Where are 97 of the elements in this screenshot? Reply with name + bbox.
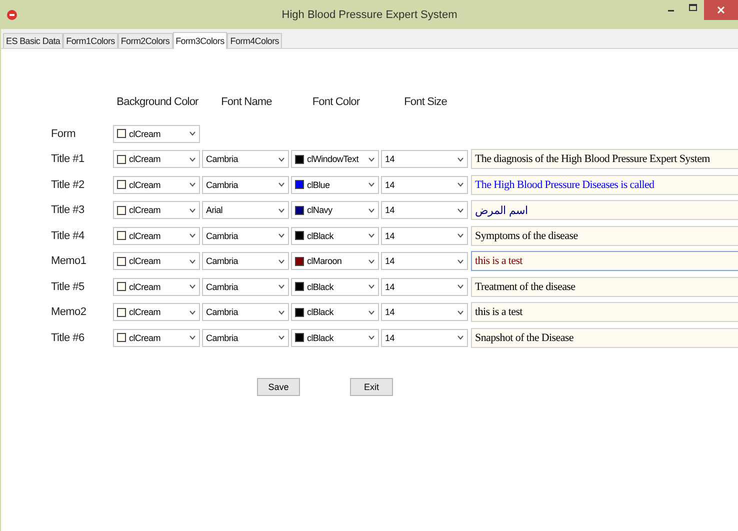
caret-icon [368, 258, 375, 264]
color-dropdown[interactable]: clBlack [291, 278, 379, 296]
color-dropdown[interactable]: clNavy [291, 201, 379, 219]
caret-icon [457, 335, 464, 340]
color-dropdown[interactable]: clCream [113, 150, 200, 168]
color-dropdown[interactable]: clCream [113, 201, 200, 219]
tab[interactable]: Form1Colors [63, 33, 118, 48]
row-label: Title #5 [51, 280, 86, 292]
color-dropdown[interactable]: clCream [113, 278, 200, 296]
color-dropdown[interactable]: clBlack [291, 328, 379, 346]
preview-field[interactable]: The High Blood Pressure Diseases is called [471, 174, 738, 194]
caret-icon [189, 258, 196, 264]
color-dropdown[interactable]: clBlue [291, 176, 379, 194]
caret-icon [457, 182, 464, 187]
size-dropdown[interactable]: 14 [381, 303, 468, 321]
color-dropdown[interactable]: clCream [113, 176, 200, 194]
row-label: Title #1 [51, 153, 86, 165]
caret-icon [278, 310, 285, 314]
app-icon [7, 10, 17, 20]
row-label: Memo1 [51, 255, 88, 267]
column-header: Font Color [311, 96, 361, 108]
font-dropdown[interactable]: Cambria [202, 278, 289, 296]
color-dropdown[interactable]: clCream [113, 124, 200, 142]
color-dropdown[interactable]: clCream [113, 252, 200, 270]
caret-icon [368, 208, 375, 212]
font-dropdown[interactable]: Cambria [202, 252, 289, 270]
caret-icon [457, 258, 464, 264]
caret-icon [189, 156, 196, 162]
caret-icon [368, 233, 375, 238]
column-header: Background Color [116, 96, 200, 108]
size-dropdown[interactable]: 14 [381, 278, 468, 296]
caret-icon [368, 284, 375, 289]
preview-field[interactable]: Symptoms of the disease [471, 226, 738, 246]
caret-icon [189, 335, 196, 340]
color-dropdown[interactable]: clBlack [291, 303, 379, 321]
caret-icon [368, 156, 375, 162]
color-dropdown[interactable]: clCream [113, 328, 200, 346]
caret-icon [457, 233, 464, 238]
tab[interactable]: Form3Colors [172, 32, 228, 49]
action-button[interactable]: Exit [350, 378, 393, 396]
caret-icon [457, 284, 464, 289]
color-dropdown[interactable]: clMaroon [291, 252, 379, 270]
action-button[interactable]: Save [257, 378, 300, 396]
caret-icon [457, 208, 464, 212]
caret-icon [189, 310, 196, 314]
preview-field[interactable]: The diagnosis of the High Blood Pressure Expert System [471, 149, 738, 169]
caret-icon [368, 335, 375, 340]
tab[interactable]: Form4Colors [227, 33, 282, 48]
row-label: Form [51, 128, 76, 140]
size-dropdown[interactable]: 14 [381, 176, 468, 194]
color-dropdown[interactable]: clCream [113, 226, 200, 244]
row-label: Memo2 [51, 306, 88, 318]
preview-field[interactable]: Snapshot of the Disease [471, 328, 738, 348]
caret-icon [189, 284, 196, 289]
caret-icon [278, 182, 285, 187]
caret-icon [278, 156, 285, 162]
font-dropdown[interactable]: Cambria [202, 226, 289, 244]
color-dropdown[interactable]: clCream [113, 303, 200, 321]
caret-icon [278, 258, 285, 264]
font-dropdown[interactable]: Cambria [202, 303, 289, 321]
window-title: High Blood Pressure Expert System [282, 8, 458, 20]
caret-icon [189, 131, 196, 136]
caret-icon [189, 182, 196, 187]
tab[interactable]: ES Basic Data [3, 33, 64, 48]
size-dropdown[interactable]: 14 [381, 226, 468, 244]
row-label: Title #2 [51, 178, 86, 190]
caret-icon [368, 182, 375, 187]
caret-icon [189, 208, 196, 212]
preview-field[interactable]: this is a test [471, 251, 738, 271]
font-dropdown[interactable]: Arial [202, 201, 289, 219]
row-label: Title #6 [51, 332, 86, 344]
font-dropdown[interactable]: Cambria [202, 176, 289, 194]
caret-icon [278, 208, 285, 212]
preview-field[interactable]: this is a test [471, 302, 738, 322]
caret-icon [457, 310, 464, 314]
size-dropdown[interactable]: 14 [381, 150, 468, 168]
caret-icon [457, 156, 464, 162]
caret-icon [278, 284, 285, 289]
column-header: Font Size [403, 96, 448, 108]
color-dropdown[interactable]: clBlack [291, 226, 379, 244]
caret-icon [278, 233, 285, 238]
size-dropdown[interactable]: 14 [381, 201, 468, 219]
column-header: Font Name [220, 96, 273, 108]
preview-field[interactable]: اسم المرض [471, 200, 738, 220]
font-dropdown[interactable]: Cambria [202, 328, 289, 346]
color-dropdown[interactable]: clWindowText [291, 150, 379, 168]
row-label: Title #4 [51, 230, 86, 242]
font-dropdown[interactable]: Cambria [202, 150, 289, 168]
close-icon[interactable] [704, 0, 738, 20]
size-dropdown[interactable]: 14 [381, 252, 468, 270]
row-label: Title #3 [51, 204, 86, 216]
caret-icon [189, 233, 196, 238]
caret-icon [278, 335, 285, 340]
size-dropdown[interactable]: 14 [381, 328, 468, 346]
tab[interactable]: Form2Colors [118, 33, 173, 48]
preview-field[interactable]: Treatment of the disease [471, 276, 738, 296]
caret-icon [368, 310, 375, 314]
